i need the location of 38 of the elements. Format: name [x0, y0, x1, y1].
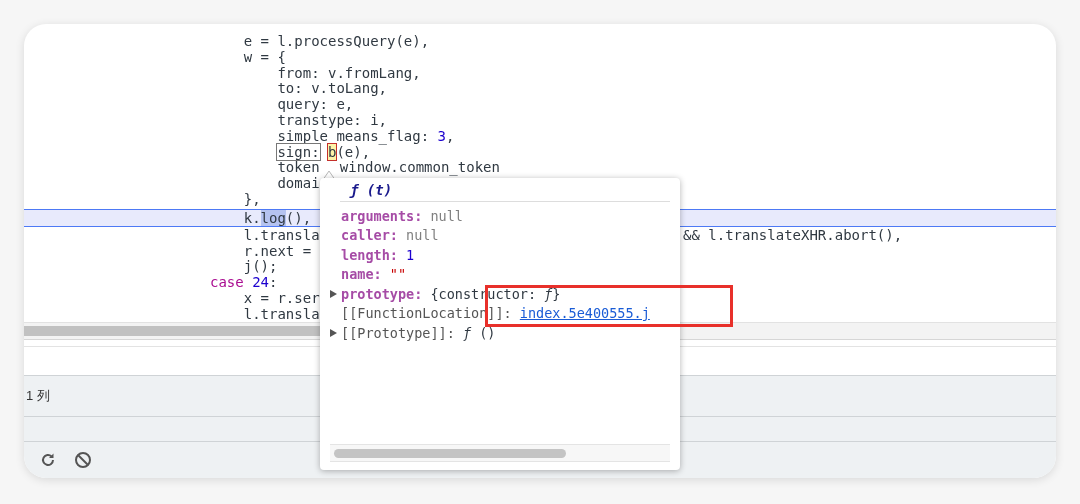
property-value: null	[430, 207, 463, 224]
code-line: transtype: i,	[277, 112, 387, 128]
code-line: l.transla	[243, 226, 320, 243]
expand-icon[interactable]	[330, 289, 337, 298]
property-value: ""	[389, 266, 407, 283]
code-line: && l.translateXHR.abort(),	[683, 227, 903, 244]
code-line: k.log(),	[243, 209, 312, 226]
property-name: caller:	[341, 227, 398, 244]
code-line: domai	[277, 175, 320, 192]
code-line: },	[243, 190, 261, 207]
code-line: from: v.fromLang,	[277, 64, 421, 81]
property-name: length:	[341, 246, 398, 263]
code-line: to: v.toLang,	[277, 80, 387, 97]
code-line: x = r.ser	[243, 289, 320, 306]
code-line: w = {	[243, 48, 286, 65]
code-line: j();	[243, 258, 278, 275]
property-value: null	[406, 227, 439, 244]
property-value: 1	[406, 246, 415, 263]
property-name: [[Prototype]]:	[341, 324, 455, 341]
code-line: simple_means_flag: 3,	[277, 127, 455, 144]
expand-icon[interactable]	[330, 328, 337, 337]
code-line: token	[277, 159, 320, 176]
property-name: prototype:	[341, 285, 423, 302]
property-value: ƒ ()	[462, 324, 496, 341]
code-line: window.common_token	[339, 159, 500, 176]
code-line: query: e,	[277, 96, 354, 113]
cursor-position: 1 列	[26, 387, 50, 405]
property-name: arguments:	[341, 207, 423, 224]
function-signature: ƒ (t)	[340, 178, 670, 202]
code-line: l.transla	[243, 305, 320, 322]
block-icon[interactable]	[74, 451, 92, 469]
file-link[interactable]: index.5e400555.j	[519, 305, 650, 322]
refresh-icon[interactable]	[40, 452, 56, 468]
property-name: name:	[341, 266, 382, 283]
scrollbar-thumb[interactable]	[334, 448, 566, 458]
code-line: r.next =	[243, 242, 312, 259]
code-line: e = l.processQuery(e),	[243, 33, 430, 49]
code-line: case 24:	[210, 274, 278, 291]
